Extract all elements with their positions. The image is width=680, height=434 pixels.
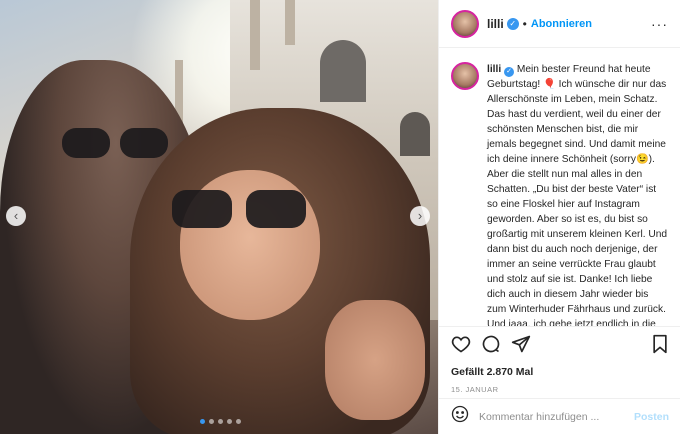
verified-badge-icon: ✓	[504, 67, 514, 77]
balloon-emoji: 🎈	[543, 79, 556, 90]
post-photo[interactable]: ‹ ›	[0, 0, 438, 434]
post-comment-button[interactable]: Posten	[634, 411, 669, 423]
caption-text-part: Ich wünsche dir nur das Allerschönste im…	[487, 79, 667, 165]
avatar[interactable]	[451, 9, 479, 38]
cathedral-window	[320, 40, 366, 102]
man-sunglasses	[62, 128, 172, 162]
likes-count[interactable]: Gefällt 2.870 Mal	[451, 366, 669, 378]
bookmark-icon[interactable]	[651, 334, 669, 359]
caption-avatar[interactable]	[451, 62, 479, 90]
follow-button[interactable]: Abonnieren	[531, 18, 592, 30]
carousel-dot	[209, 419, 214, 424]
username-link[interactable]: lilli	[487, 17, 504, 31]
more-options-icon[interactable]: ···	[651, 16, 668, 32]
post-date[interactable]: 15. JANUAR	[451, 385, 669, 394]
comment-input[interactable]	[479, 410, 634, 423]
caption-section: lilli ✓ Mein bester Freund hat heute Geb…	[439, 48, 680, 326]
post-header: lilli ✓ • Abonnieren ···	[439, 0, 680, 48]
carousel-dot	[227, 419, 232, 424]
comment-icon[interactable]	[481, 334, 501, 359]
woman-hand	[325, 300, 425, 420]
carousel-dot	[218, 419, 223, 424]
woman-sunglasses	[172, 190, 322, 230]
heart-icon[interactable]	[451, 334, 471, 359]
carousel-dot	[200, 419, 205, 424]
caption-text-part: ). Aber die stellt nun mal alles in den …	[487, 154, 668, 326]
cathedral-window	[400, 112, 430, 156]
wink-emoji: 😉	[635, 154, 649, 165]
verified-badge-icon: ✓	[506, 17, 519, 30]
separator-dot: •	[522, 16, 527, 31]
emoji-icon[interactable]	[451, 405, 469, 428]
carousel-dots	[200, 419, 241, 424]
share-icon[interactable]	[511, 334, 531, 359]
post-actions: Gefällt 2.870 Mal 15. JANUAR	[439, 326, 680, 394]
carousel-dot	[236, 419, 241, 424]
carousel-prev-button[interactable]: ‹	[6, 206, 26, 226]
carousel-next-button[interactable]: ›	[410, 206, 430, 226]
comment-bar: Posten	[439, 398, 680, 434]
post-sidebar: lilli ✓ • Abonnieren ··· lilli ✓ Mein be…	[438, 0, 680, 434]
caption-username[interactable]: lilli	[487, 64, 501, 75]
cathedral-spire	[285, 0, 295, 45]
cathedral-spire	[250, 0, 260, 70]
caption-text: lilli ✓ Mein bester Freund hat heute Geb…	[487, 62, 669, 326]
